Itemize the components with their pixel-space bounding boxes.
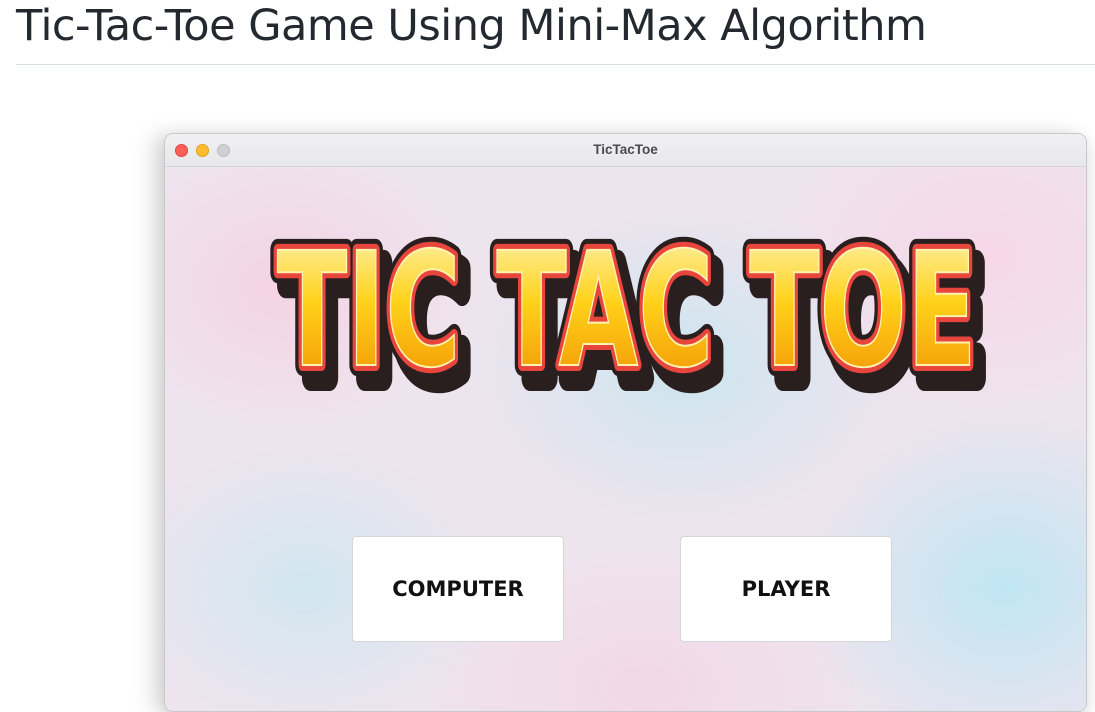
app-window: TicTacToe TIC TAC TOE TIC TAC TOE TIC TA…: [164, 133, 1087, 712]
window-title: TicTacToe: [593, 142, 658, 157]
page-title: Tic-Tac-Toe Game Using Mini-Max Algorith…: [16, 1, 927, 51]
play-vs-player-button[interactable]: PLAYER: [680, 536, 892, 642]
window-titlebar[interactable]: TicTacToe: [165, 134, 1086, 167]
tictactoe-logo: TIC TAC TOE TIC TAC TOE TIC TAC TOE TIC …: [257, 187, 997, 407]
play-vs-computer-button[interactable]: COMPUTER: [352, 536, 564, 642]
title-divider: [16, 64, 1095, 65]
tictactoe-logo-image: TIC TAC TOE TIC TAC TOE TIC TAC TOE TIC …: [266, 208, 997, 407]
logo-text: TIC TAC TOE: [277, 219, 977, 403]
game-menu-panel: TIC TAC TOE TIC TAC TOE TIC TAC TOE TIC …: [165, 167, 1086, 711]
